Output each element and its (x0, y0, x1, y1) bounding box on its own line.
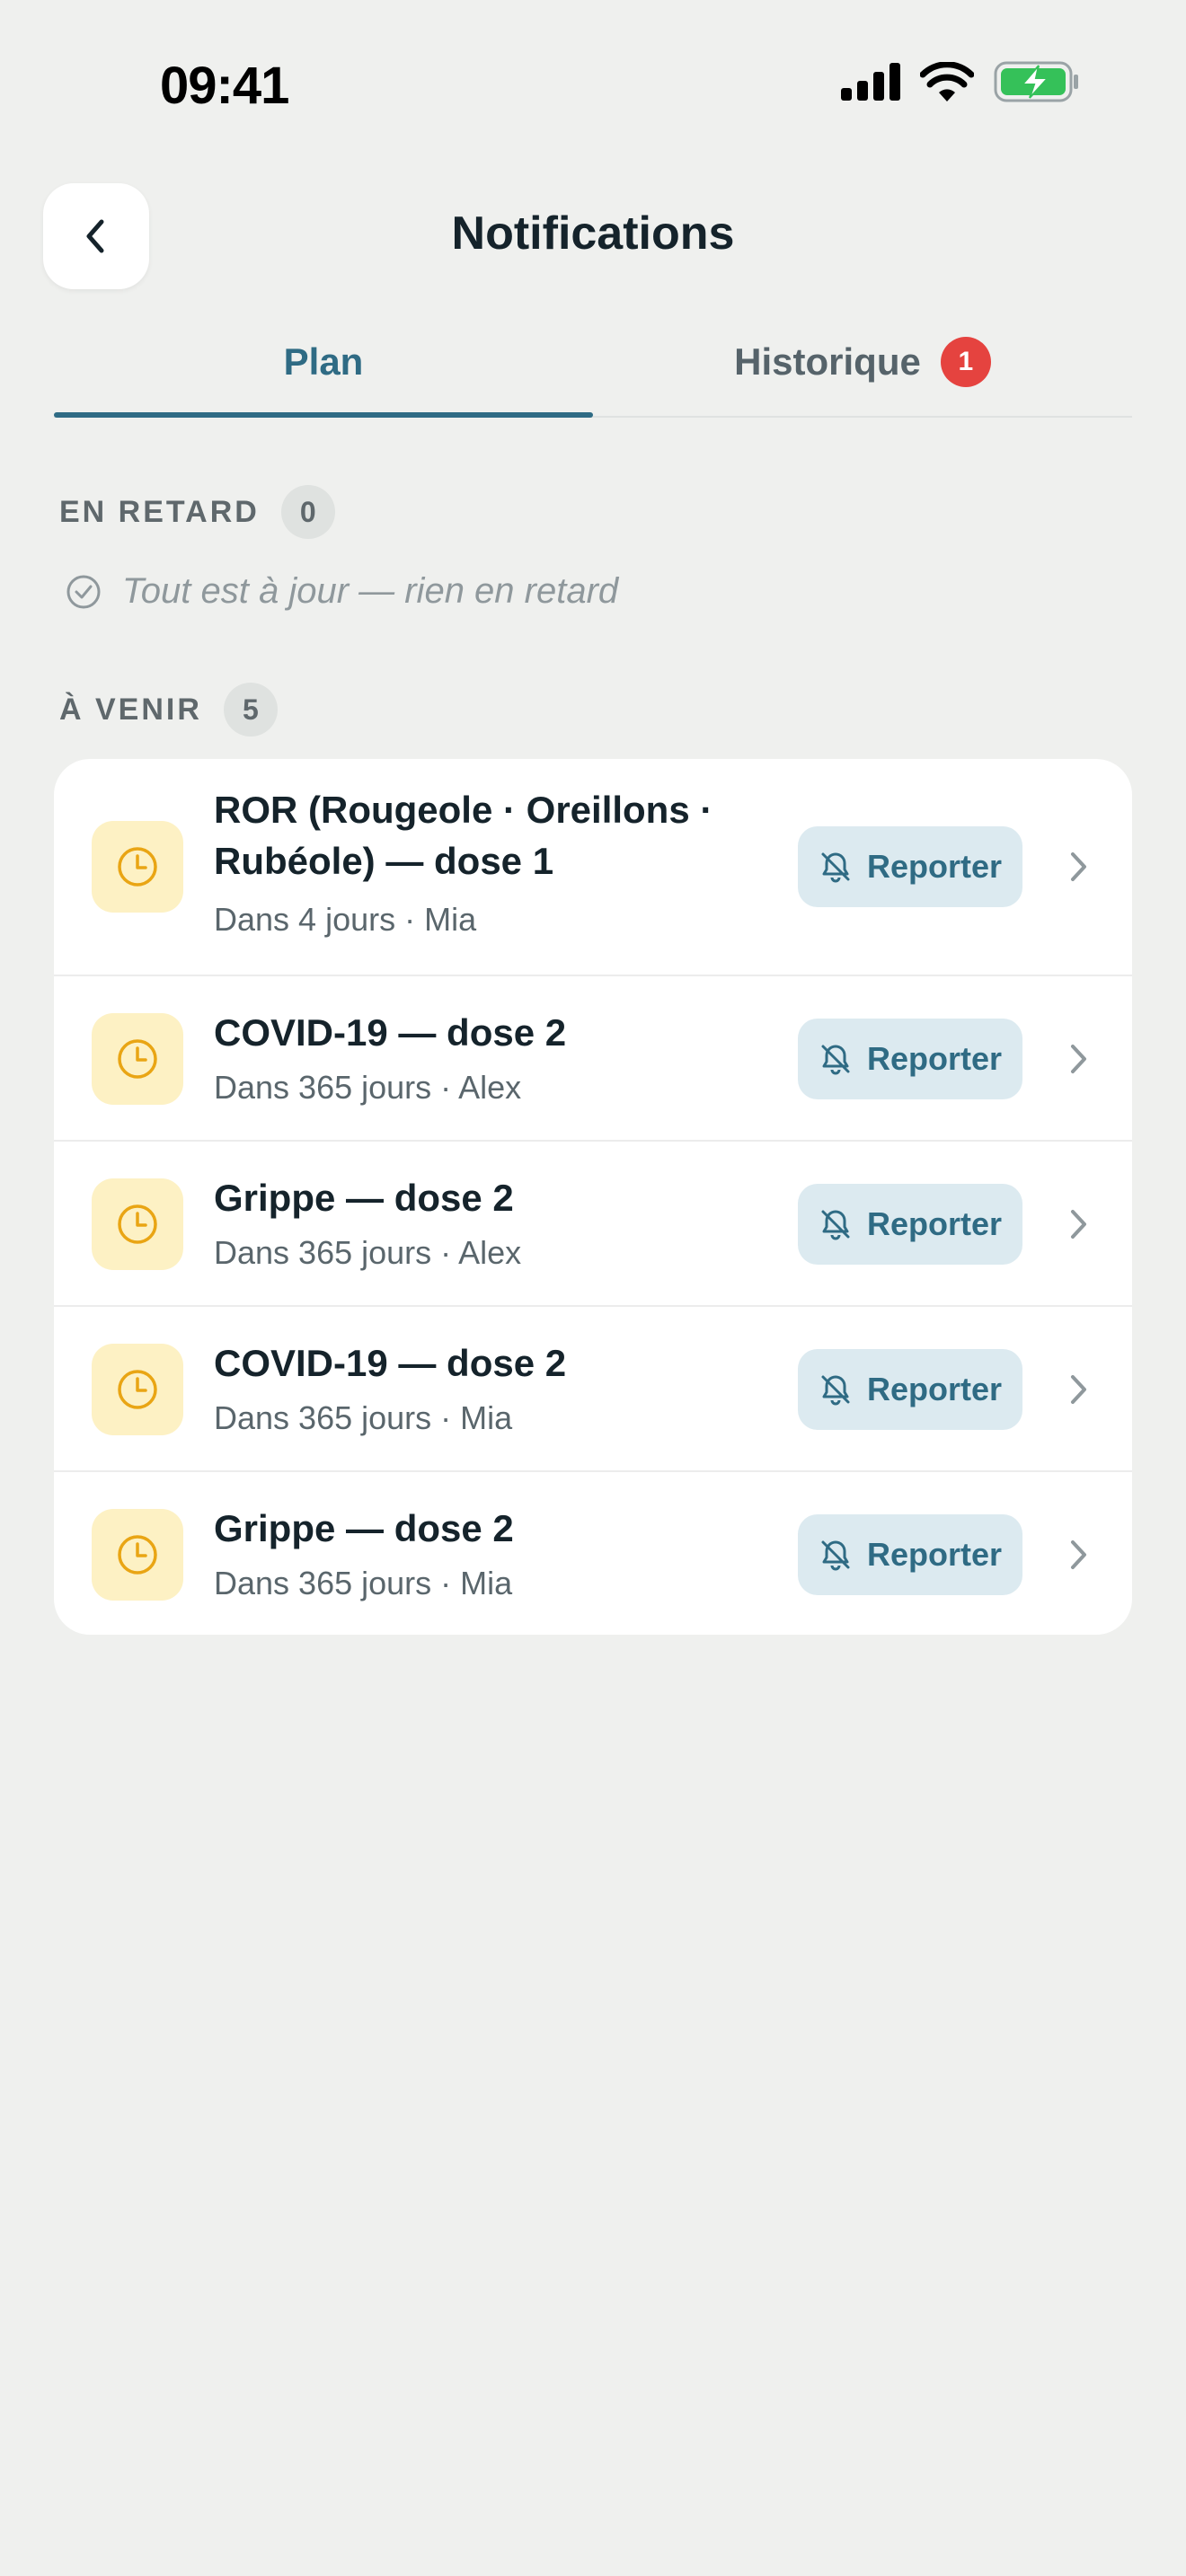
section-overdue-label: EN RETARD (59, 494, 260, 529)
bell-off-icon (821, 1045, 850, 1075)
bell-off-icon (821, 1540, 850, 1571)
reporter-button[interactable]: Reporter (798, 826, 1022, 907)
overdue-empty-message: Tout est à jour — rien en retard (122, 571, 619, 611)
tab-historique-label: Historique (734, 340, 921, 383)
list-item[interactable]: ROR (Rougeole · Oreillons · Rubéole) — d… (54, 759, 1132, 975)
list-item[interactable]: Grippe — dose 2 Dans 365 jours · Mia Rep… (54, 1470, 1132, 1635)
tab-bar: Plan Historique 1 (54, 310, 1132, 418)
battery-charging-icon (994, 61, 1078, 102)
notification-badge: 1 (940, 337, 991, 387)
item-title: ROR (Rougeole · Oreillons · Rubéole) — d… (214, 789, 713, 882)
cellular-signal-icon (841, 63, 900, 101)
overdue-count-badge: 0 (280, 485, 335, 539)
clock-icon (92, 1178, 183, 1270)
item-subtitle: Dans 365 jours · Mia (214, 1565, 513, 1601)
reporter-button[interactable]: Reporter (798, 1019, 1022, 1099)
item-title: Grippe — dose 2 (214, 1177, 514, 1219)
status-bar: 09:41 (0, 0, 1186, 171)
clock-icon (92, 1344, 183, 1435)
bell-off-icon (821, 1375, 850, 1406)
status-icons (841, 61, 1080, 102)
item-title: Grippe — dose 2 (214, 1507, 514, 1549)
list-item[interactable]: COVID-19 — dose 2 Dans 365 jours · Mia R… (54, 1305, 1132, 1472)
wifi-icon (920, 62, 974, 101)
item-subtitle: Dans 365 jours · Alex (214, 1234, 522, 1271)
active-tab-indicator (54, 412, 593, 418)
chevron-right-icon (1060, 1041, 1096, 1077)
chevron-right-icon (1060, 849, 1096, 885)
item-subtitle: Dans 365 jours · Alex (214, 1069, 522, 1106)
reporter-label: Reporter (866, 848, 1003, 885)
bell-off-icon (821, 1210, 850, 1240)
list-item[interactable]: Grippe — dose 2 Dans 365 jours · Alex Re… (54, 1140, 1132, 1307)
status-time: 09:41 (160, 57, 289, 115)
item-title: COVID-19 — dose 2 (214, 1342, 567, 1384)
page-title: Notifications (451, 207, 735, 260)
item-subtitle: Dans 4 jours · Mia (214, 901, 477, 938)
upcoming-count-badge: 5 (223, 683, 278, 737)
item-title: COVID-19 — dose 2 (214, 1011, 567, 1054)
section-overdue-header: EN RETARD 0 (59, 485, 335, 539)
chevron-right-icon (1060, 1372, 1096, 1407)
tab-historique[interactable]: Historique 1 (593, 310, 1132, 414)
tab-plan[interactable]: Plan (54, 310, 593, 418)
tab-plan-label: Plan (283, 340, 364, 383)
section-upcoming-label: À VENIR (59, 692, 202, 727)
clock-icon (92, 821, 183, 913)
section-upcoming-header: À VENIR 5 (59, 683, 278, 737)
reporter-button[interactable]: Reporter (798, 1514, 1022, 1595)
chevron-right-icon (1060, 1206, 1096, 1242)
reporter-label: Reporter (866, 1371, 1003, 1407)
clock-icon (92, 1013, 183, 1105)
overdue-empty-state: Tout est à jour — rien en retard (65, 571, 618, 612)
upcoming-list: ROR (Rougeole · Oreillons · Rubéole) — d… (54, 759, 1132, 1635)
check-circle-icon (66, 575, 101, 608)
reporter-label: Reporter (866, 1205, 1003, 1242)
chevron-right-icon (1060, 1537, 1096, 1573)
reporter-label: Reporter (866, 1040, 1003, 1077)
bell-off-icon (821, 852, 850, 883)
reporter-button[interactable]: Reporter (798, 1184, 1022, 1265)
reporter-label: Reporter (866, 1536, 1003, 1573)
clock-icon (92, 1509, 183, 1601)
item-subtitle: Dans 365 jours · Mia (214, 1399, 513, 1436)
list-item[interactable]: COVID-19 — dose 2 Dans 365 jours · Alex … (54, 975, 1132, 1142)
reporter-button[interactable]: Reporter (798, 1349, 1022, 1430)
